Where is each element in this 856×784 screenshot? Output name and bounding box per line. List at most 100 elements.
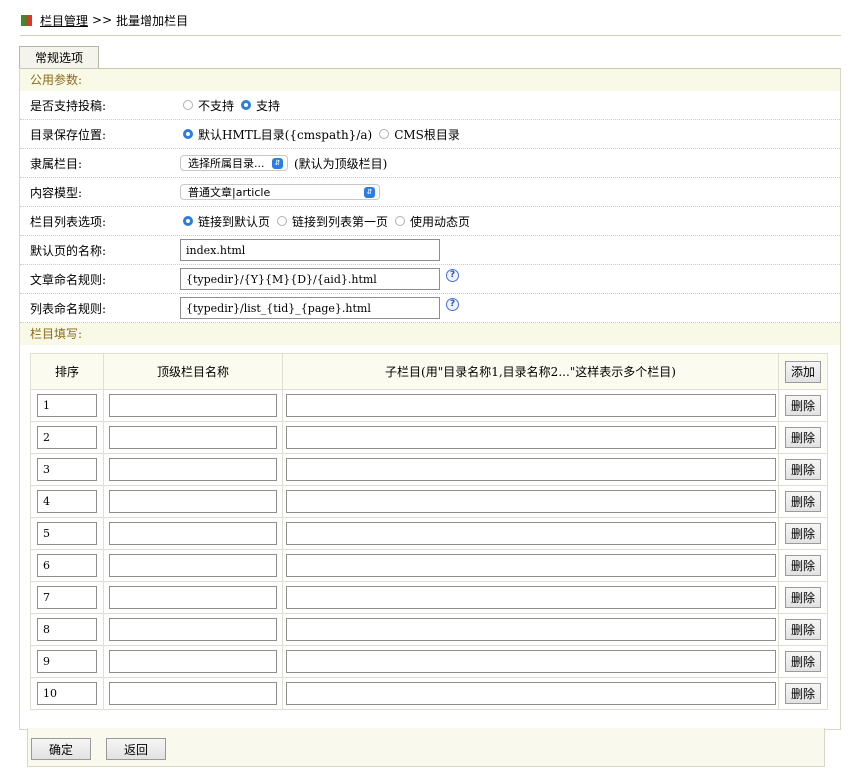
top-column-input[interactable] xyxy=(109,682,277,705)
delete-button[interactable]: 删除 xyxy=(785,587,821,608)
save-path-row: 目录保存位置: 默认HMTL目录({cmspath}/a) CMS根目录 xyxy=(20,120,840,149)
sub-columns-input[interactable] xyxy=(285,394,776,417)
save-path-default-label: 默认HMTL目录({cmspath}/a) xyxy=(198,127,373,142)
order-cell: 2 xyxy=(30,421,104,454)
delete-button[interactable]: 删除 xyxy=(785,427,821,448)
save-path-default-radio[interactable] xyxy=(183,129,193,139)
order-input[interactable]: 8 xyxy=(37,618,97,641)
article-rule-row: 文章命名规则: {typedir}/{Y}{M}{D}/{aid}.html ? xyxy=(20,265,840,294)
sub-columns-input[interactable] xyxy=(285,650,776,673)
delete-button[interactable]: 删除 xyxy=(785,555,821,576)
save-path-label: 目录保存位置: xyxy=(30,127,107,142)
save-path-root-radio[interactable] xyxy=(379,129,390,139)
breadcrumb-current: 批量增加栏目 xyxy=(116,13,189,28)
delete-cell: 删除 xyxy=(778,581,828,614)
sub-columns-input[interactable] xyxy=(285,682,776,705)
top-column-cell xyxy=(103,581,283,614)
top-column-input[interactable] xyxy=(109,394,277,417)
header-sub-columns: 子栏目(用"目录名称1,目录名称2..."这样表示多个栏目) xyxy=(282,353,779,390)
order-cell: 8 xyxy=(30,613,104,646)
top-column-input[interactable] xyxy=(109,618,277,641)
sub-columns-cell xyxy=(282,453,779,486)
delete-button[interactable]: 删除 xyxy=(785,491,821,512)
allow-submit-row: 是否支持投稿: 不支持 支持 xyxy=(20,91,840,120)
back-button[interactable]: 返回 xyxy=(106,738,166,760)
delete-button[interactable]: 删除 xyxy=(785,619,821,640)
add-button[interactable]: 添加 xyxy=(785,360,821,383)
tab-general-options[interactable]: 常规选项 xyxy=(19,46,99,69)
list-option-dynamic-radio[interactable] xyxy=(395,216,406,226)
allow-submit-no-label: 不支持 xyxy=(198,98,235,113)
table-row: 5 删除 xyxy=(30,517,828,550)
parent-column-label: 隶属栏目: xyxy=(30,156,83,171)
sub-columns-input[interactable] xyxy=(285,490,776,513)
table-row: 7 删除 xyxy=(30,581,828,614)
allow-submit-yes-radio[interactable] xyxy=(241,100,252,110)
allow-submit-yes-label: 支持 xyxy=(256,98,281,113)
order-cell: 4 xyxy=(30,485,104,518)
list-option-label: 栏目列表选项: xyxy=(30,214,107,229)
sub-columns-input[interactable] xyxy=(285,586,776,609)
article-rule-input[interactable]: {typedir}/{Y}{M}{D}/{aid}.html xyxy=(180,268,440,290)
breadcrumb-column-manage-link[interactable]: 栏目管理 xyxy=(40,12,88,29)
sub-columns-input[interactable] xyxy=(285,458,776,481)
delete-button[interactable]: 删除 xyxy=(785,395,821,416)
sub-columns-input[interactable] xyxy=(285,618,776,641)
breadcrumb-separator: >> xyxy=(92,13,113,27)
sub-columns-input[interactable] xyxy=(285,522,776,545)
parent-column-select-value: 选择所属目录... xyxy=(188,157,265,170)
top-column-input[interactable] xyxy=(109,554,277,577)
table-row: 2 删除 xyxy=(30,421,828,454)
sub-columns-cell xyxy=(282,485,779,518)
help-icon[interactable]: ? xyxy=(446,268,459,282)
order-input[interactable]: 6 xyxy=(37,554,97,577)
order-input[interactable]: 4 xyxy=(37,490,97,513)
sub-columns-cell xyxy=(282,549,779,582)
delete-cell: 删除 xyxy=(778,517,828,550)
order-input[interactable]: 2 xyxy=(37,426,97,449)
delete-button[interactable]: 删除 xyxy=(785,523,821,544)
allow-submit-no-radio[interactable] xyxy=(183,100,193,110)
order-input[interactable]: 7 xyxy=(37,586,97,609)
order-input[interactable]: 10 xyxy=(37,682,97,705)
top-column-input[interactable] xyxy=(109,522,277,545)
order-input[interactable]: 1 xyxy=(37,394,97,417)
parent-column-row: 隶属栏目: 选择所属目录... ⇵ (默认为顶级栏目) xyxy=(20,149,840,178)
sub-columns-input[interactable] xyxy=(285,426,776,449)
delete-button[interactable]: 删除 xyxy=(785,651,821,672)
order-cell: 9 xyxy=(30,645,104,678)
sub-columns-input[interactable] xyxy=(285,554,776,577)
list-option-default-radio[interactable] xyxy=(183,216,193,226)
delete-cell: 删除 xyxy=(778,485,828,518)
top-column-input[interactable] xyxy=(109,490,277,513)
header-add-cell: 添加 xyxy=(778,353,828,390)
select-chevron-icon: ⇵ xyxy=(364,187,375,198)
top-column-input[interactable] xyxy=(109,426,277,449)
top-column-input[interactable] xyxy=(109,650,277,673)
order-input[interactable]: 9 xyxy=(37,650,97,673)
help-icon[interactable]: ? xyxy=(446,297,459,311)
top-column-cell xyxy=(103,549,283,582)
parent-column-note: (默认为顶级栏目) xyxy=(294,156,388,171)
confirm-button[interactable]: 确定 xyxy=(31,738,91,760)
order-input[interactable]: 5 xyxy=(37,522,97,545)
content-model-row: 内容模型: 普通文章|article ⇵ xyxy=(20,178,840,207)
list-rule-input[interactable]: {typedir}/list_{tid}_{page}.html xyxy=(180,297,440,319)
list-option-first-page-radio[interactable] xyxy=(277,216,288,226)
top-column-input[interactable] xyxy=(109,458,277,481)
header-order: 排序 xyxy=(30,353,104,390)
top-column-input[interactable] xyxy=(109,586,277,609)
delete-button[interactable]: 删除 xyxy=(785,683,821,704)
sub-columns-cell xyxy=(282,613,779,646)
default-page-input[interactable]: index.html xyxy=(180,239,440,261)
delete-button[interactable]: 删除 xyxy=(785,459,821,480)
parent-column-select[interactable]: 选择所属目录... ⇵ xyxy=(180,155,288,171)
top-column-cell xyxy=(103,517,283,550)
content-model-select[interactable]: 普通文章|article ⇵ xyxy=(180,184,380,200)
delete-cell: 删除 xyxy=(778,549,828,582)
top-column-cell xyxy=(103,389,283,422)
sub-columns-cell xyxy=(282,517,779,550)
list-option-default-label: 链接到默认页 xyxy=(198,214,271,229)
order-input[interactable]: 3 xyxy=(37,458,97,481)
delete-cell: 删除 xyxy=(778,613,828,646)
